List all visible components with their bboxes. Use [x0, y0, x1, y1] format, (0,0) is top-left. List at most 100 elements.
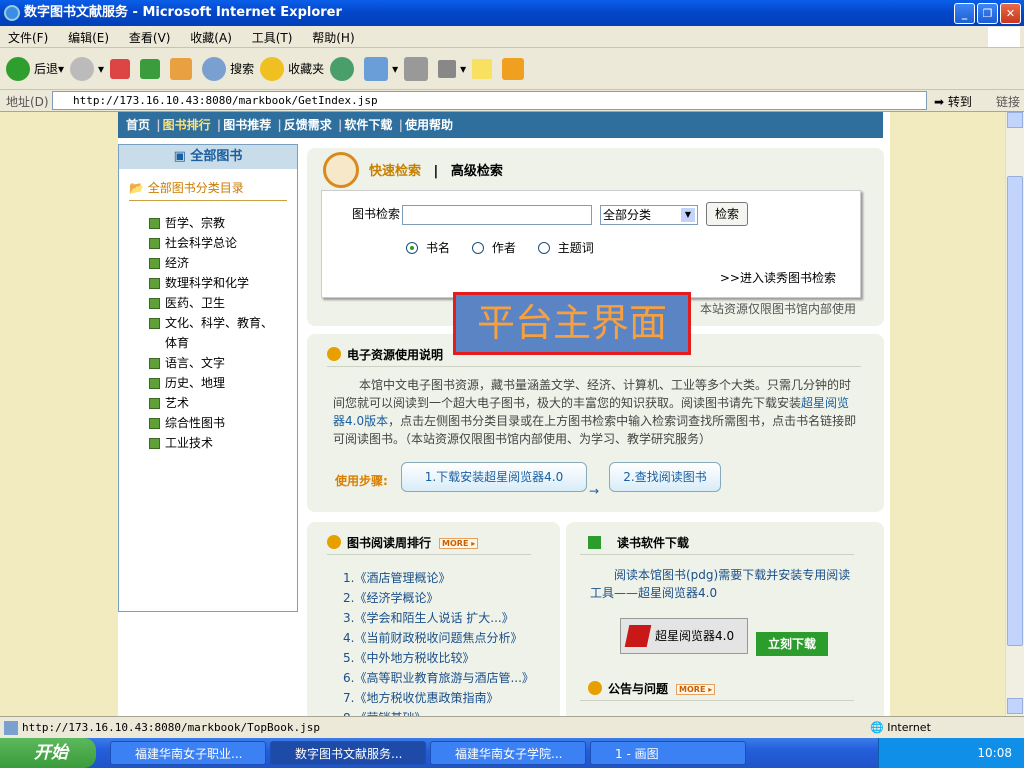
system-tray: 10:08 — [878, 738, 1024, 768]
divider — [580, 554, 854, 555]
status-bar: http://173.16.10.43:8080/markbook/TopBoo… — [0, 716, 1024, 738]
menu-tools[interactable]: 工具(T) — [244, 26, 301, 49]
download-button[interactable]: 立刻下载 — [756, 632, 828, 656]
address-input[interactable]: http://173.16.10.43:8080/markbook/GetInd… — [52, 91, 927, 110]
divider — [327, 554, 531, 555]
task-button[interactable]: 福建华南女子学院... — [430, 741, 586, 765]
category-item[interactable]: 工业技术 — [149, 433, 279, 453]
radio-subject[interactable] — [537, 242, 550, 254]
category-directory[interactable]: 📂 全部图书分类目录 — [129, 179, 287, 201]
close-button[interactable]: ✕ — [1000, 3, 1021, 24]
nav-download[interactable]: 软件下载 — [344, 118, 392, 132]
favorites-button[interactable]: 收藏夹 — [260, 56, 324, 81]
task-button[interactable]: 数字图书文献服务... — [270, 741, 426, 765]
divider — [327, 366, 861, 367]
checkbox-icon — [588, 536, 601, 549]
ranking-item[interactable]: 3.《学会和陌生人说话 扩大...》 — [343, 608, 534, 628]
ranking-item[interactable]: 8.《营销基础》 — [343, 708, 534, 716]
discuss-button[interactable] — [472, 58, 496, 79]
links-label[interactable]: 链接 — [996, 93, 1020, 110]
start-button[interactable]: 开始 — [0, 738, 96, 768]
menu-favorites[interactable]: 收藏(A) — [182, 26, 240, 49]
ranking-item[interactable]: 5.《中外地方税收比较》 — [343, 648, 534, 668]
ranking-item[interactable]: 4.《当前财政税收问题焦点分析》 — [343, 628, 534, 648]
steps-label: 使用步骤: — [335, 474, 388, 488]
category-panel: ▣ 全部图书 📂 全部图书分类目录 哲学、宗教 社会科学总论 经济 数理科学和化… — [118, 144, 298, 612]
media-play-icon — [502, 57, 525, 80]
more-button[interactable]: MORE ▸ — [676, 684, 716, 695]
maximize-button[interactable]: ❐ — [977, 3, 998, 24]
category-select[interactable]: 全部分类 ▼ — [600, 205, 698, 225]
ranking-item[interactable]: 1.《酒店管理概论》 — [343, 568, 534, 588]
software-panel: 读书软件下载 阅读本馆图书(pdg)需要下载并安装专用阅读工具——超星阅览器4.… — [566, 522, 884, 716]
bullet-icon — [588, 681, 602, 695]
quick-search-tab[interactable]: 快速检索 — [369, 164, 421, 179]
scroll-thumb[interactable] — [1007, 176, 1023, 646]
nav-ranking[interactable]: 图书排行 — [163, 118, 211, 132]
menu-file[interactable]: 文件(F) — [0, 26, 56, 49]
step1-button[interactable]: 1.下载安装超星阅览器4.0 — [401, 462, 587, 492]
category-item[interactable]: 社会科学总论 — [149, 233, 279, 253]
windows-logo — [988, 27, 1020, 47]
zone-indicator: 🌐 Internet — [870, 721, 931, 734]
category-item[interactable]: 哲学、宗教 — [149, 213, 279, 233]
refresh-button[interactable] — [140, 58, 164, 79]
category-item[interactable]: 文化、科学、教育、体育 — [149, 313, 279, 353]
task-button[interactable]: 福建华南女子职业... — [110, 741, 266, 765]
right-margin — [890, 112, 1005, 716]
back-button[interactable]: 后退 ▾ — [6, 56, 64, 81]
menu-help[interactable]: 帮助(H) — [304, 26, 362, 49]
nav-feedback[interactable]: 反馈需求 — [284, 118, 332, 132]
ranking-item[interactable]: 7.《地方税收优惠政策指南》 — [343, 688, 534, 708]
more-button[interactable]: MORE ▸ — [439, 538, 479, 549]
radio-title[interactable] — [406, 242, 418, 254]
scroll-up-button[interactable] — [1007, 112, 1023, 128]
category-item[interactable]: 历史、地理 — [149, 373, 279, 393]
category-item[interactable]: 医药、卫生 — [149, 293, 279, 313]
back-arrow-icon — [6, 56, 30, 81]
clock: 10:08 — [977, 746, 1012, 760]
minimize-button[interactable]: _ — [954, 3, 975, 24]
history-button[interactable] — [330, 56, 358, 81]
category-header: ▣ 全部图书 — [119, 145, 297, 169]
category-item[interactable]: 数理科学和化学 — [149, 273, 279, 293]
step2-button[interactable]: 2.查找阅读图书 — [609, 462, 721, 492]
menu-edit[interactable]: 编辑(E) — [60, 26, 117, 49]
menu-view[interactable]: 查看(V) — [121, 26, 179, 49]
left-margin — [0, 112, 118, 716]
search-button[interactable]: 检索 — [706, 202, 748, 226]
nav-recommend[interactable]: 图书推荐 — [223, 118, 271, 132]
media-button[interactable] — [502, 57, 528, 80]
radio-author[interactable] — [471, 242, 484, 254]
edit-button[interactable]: ▾ — [438, 59, 466, 78]
reader-logo: 超星阅览器4.0 — [620, 618, 748, 654]
category-item[interactable]: 经济 — [149, 253, 279, 273]
status-url: http://173.16.10.43:8080/markbook/TopBoo… — [22, 721, 321, 734]
mail-button[interactable]: ▾ — [364, 56, 398, 81]
category-item[interactable]: 综合性图书 — [149, 413, 279, 433]
go-button[interactable]: ➡ 转到 — [934, 93, 972, 110]
usage-panel: 电子资源使用说明 本馆中文电子图书资源，藏书量涵盖文学、经济、计算机、工业等多个… — [307, 334, 884, 512]
forward-button[interactable]: ▾ — [70, 56, 104, 81]
ranking-item[interactable]: 6.《高等职业教育旅游与酒店管...》 — [343, 668, 534, 688]
nav-help[interactable]: 使用帮助 — [405, 118, 453, 132]
category-item[interactable]: 语言、文字 — [149, 353, 279, 373]
print-button[interactable] — [404, 56, 432, 81]
overlay-caption: 平台主界面 — [453, 292, 691, 355]
printer-icon — [404, 56, 429, 81]
home-button[interactable] — [170, 57, 196, 80]
magnifier-icon — [202, 56, 227, 81]
stop-button[interactable] — [110, 58, 134, 79]
vertical-scrollbar[interactable] — [1005, 112, 1024, 716]
search-input[interactable] — [402, 205, 592, 225]
scroll-down-button[interactable] — [1007, 698, 1023, 714]
duxiu-search-link[interactable]: >>进入读秀图书检索 — [720, 269, 836, 286]
search-button[interactable]: 搜索 — [202, 56, 254, 81]
advanced-search-tab[interactable]: 高级检索 — [451, 164, 503, 179]
search-magnifier-icon — [323, 152, 359, 188]
ranking-item[interactable]: 2.《经济学概论》 — [343, 588, 534, 608]
nav-home[interactable]: 首页 — [126, 118, 150, 132]
task-button[interactable]: 1 - 画图 — [590, 741, 746, 765]
category-item[interactable]: 艺术 — [149, 393, 279, 413]
software-title: 读书软件下载 — [588, 534, 689, 551]
